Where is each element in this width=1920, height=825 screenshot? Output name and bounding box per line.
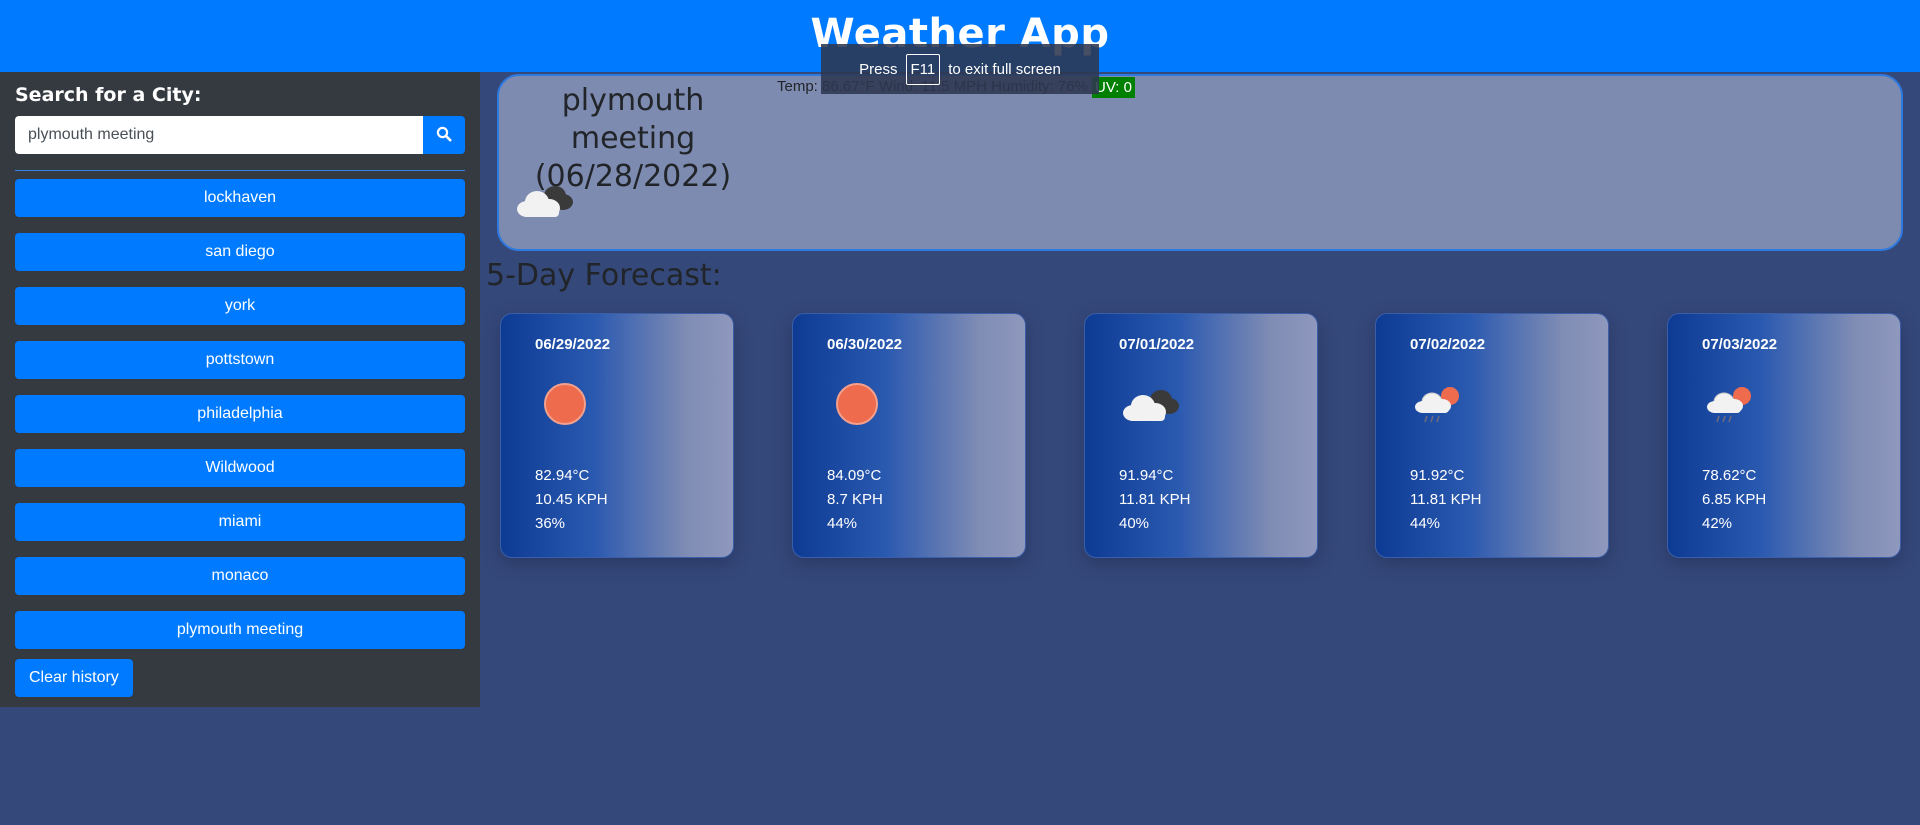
forecast-card: 07/01/2022 91.94°C 11.81 KPH 40%: [1084, 313, 1318, 558]
history-item-pottstown[interactable]: pottstown: [15, 341, 465, 379]
forecast-humidity: 44%: [1410, 515, 1441, 532]
forecast-card: 06/30/2022 84.09°C 8.7 KPH 44%: [792, 313, 1026, 558]
history-item-wildwood[interactable]: Wildwood: [15, 449, 465, 487]
history-item-monaco[interactable]: monaco: [15, 557, 465, 595]
fullscreen-toast: Press F11 to exit full screen: [821, 44, 1099, 94]
forecast-temp: 78.62°C: [1702, 467, 1757, 484]
search-row: [15, 116, 465, 154]
sidebar: Search for a City: lockhaven san diego y…: [0, 72, 480, 707]
forecast-date: 07/03/2022: [1702, 336, 1778, 353]
toast-press-text: Press: [859, 60, 898, 78]
forecast-humidity: 36%: [535, 515, 566, 532]
forecast-card: 07/03/2022 78.62°C 6.85 KPH 42%: [1667, 313, 1901, 558]
forecast-wind: 8.7 KPH: [827, 491, 883, 508]
search-history-list: lockhaven san diego york pottstown phila…: [15, 179, 465, 649]
history-item-york[interactable]: york: [15, 287, 465, 325]
history-item-lockhaven[interactable]: lockhaven: [15, 179, 465, 217]
history-item-san-diego[interactable]: san diego: [15, 233, 465, 271]
current-weather-card: plymouth meeting (06/28/2022): [497, 74, 1903, 251]
forecast-temp: 82.94°C: [535, 467, 590, 484]
forecast-card: 06/29/2022 82.94°C 10.45 KPH 36%: [500, 313, 734, 558]
clear-history-button[interactable]: Clear history: [15, 659, 133, 697]
history-item-philadelphia[interactable]: philadelphia: [15, 395, 465, 433]
forecast-temp: 84.09°C: [827, 467, 882, 484]
forecast-title: 5-Day Forecast:: [486, 258, 722, 293]
history-item-miami[interactable]: miami: [15, 503, 465, 541]
search-icon: [436, 126, 452, 145]
toast-message: to exit full screen: [948, 60, 1061, 78]
city-search-input[interactable]: [15, 116, 423, 154]
search-button[interactable]: [423, 116, 465, 154]
sidebar-divider: [15, 170, 465, 171]
rain-sun-icon: [1410, 376, 1470, 437]
forecast-wind: 6.85 KPH: [1702, 491, 1767, 508]
forecast-wind: 11.81 KPH: [1119, 491, 1191, 508]
history-item-plymouth-meeting[interactable]: plymouth meeting: [15, 611, 465, 649]
forecast-date: 07/01/2022: [1119, 336, 1195, 353]
toast-key: F11: [905, 53, 941, 85]
sun-icon: [535, 376, 595, 437]
sun-icon: [827, 376, 887, 437]
forecast-temp: 91.94°C: [1119, 467, 1174, 484]
forecast-date: 06/29/2022: [535, 336, 611, 353]
current-city-name: plymouth meeting: [561, 83, 705, 156]
forecast-date: 06/30/2022: [827, 336, 903, 353]
forecast-humidity: 40%: [1119, 515, 1150, 532]
forecast-humidity: 44%: [827, 515, 858, 532]
forecast-wind: 10.45 KPH: [535, 491, 608, 508]
forecast-humidity: 42%: [1702, 515, 1733, 532]
forecast-temp: 91.92°C: [1410, 467, 1465, 484]
dark-cloud-icon: [1119, 376, 1183, 437]
forecast-card: 07/02/2022 91.92°C 11.81 KPH 44%: [1375, 313, 1609, 558]
dark-cloud-icon: [513, 178, 577, 227]
search-title: Search for a City:: [15, 84, 202, 106]
rain-sun-icon: [1702, 376, 1762, 437]
forecast-wind: 11.81 KPH: [1410, 491, 1482, 508]
forecast-date: 07/02/2022: [1410, 336, 1486, 353]
